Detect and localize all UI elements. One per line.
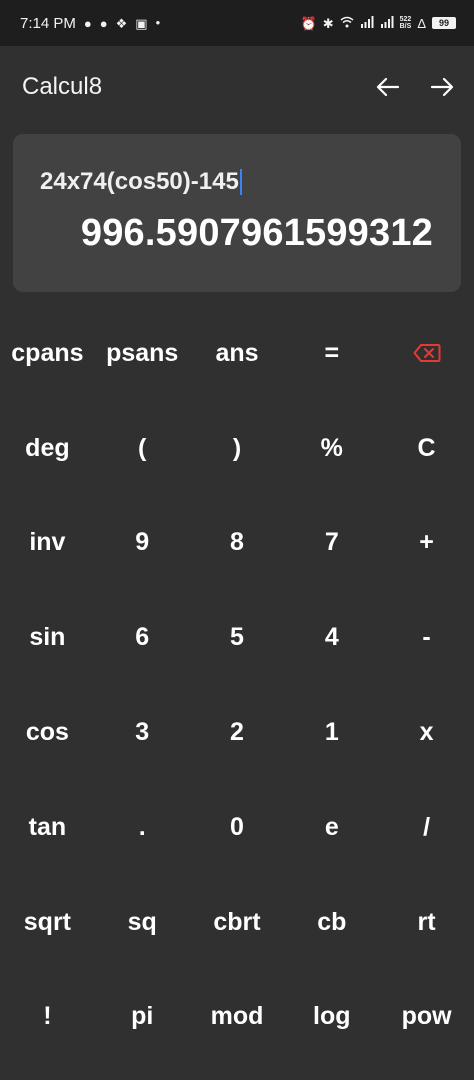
key-divide[interactable]: / <box>379 780 474 875</box>
status-bar-right: ⏰ ✱ 522 B/S Δ 99 <box>301 16 456 30</box>
display-card: 24x74(cos50)-145 996.5907961599312 <box>13 134 461 292</box>
status-bar: 7:14 PM ● ● ❖ ▣ ● ⏰ ✱ 522 B/S Δ 99 <box>0 0 474 46</box>
key-mod[interactable]: mod <box>190 970 285 1065</box>
keypad-row: inv 9 8 7 + <box>0 496 474 591</box>
keypad-row: cos 3 2 1 x <box>0 685 474 780</box>
nav-buttons <box>376 77 454 97</box>
key-pi[interactable]: pi <box>95 970 190 1065</box>
key-7[interactable]: 7 <box>284 496 379 591</box>
forward-button[interactable] <box>430 77 454 97</box>
signal-icon <box>360 16 374 30</box>
key-factorial[interactable]: ! <box>0 970 95 1065</box>
keypad-row: ! pi mod log pow <box>0 970 474 1065</box>
wifi-icon <box>340 16 354 30</box>
key-deg[interactable]: deg <box>0 401 95 496</box>
app-bar: Calcul8 <box>0 46 474 128</box>
signal-icon <box>380 16 394 30</box>
status-bar-left: 7:14 PM ● ● ❖ ▣ ● <box>20 15 160 32</box>
arrow-left-icon <box>376 77 400 97</box>
backspace-icon <box>413 344 441 363</box>
app-title: Calcul8 <box>22 73 103 100</box>
keypad-row: sqrt sq cbrt cb rt <box>0 875 474 970</box>
key-5[interactable]: 5 <box>190 590 285 685</box>
key-cos[interactable]: cos <box>0 685 95 780</box>
key-multiply[interactable]: x <box>379 685 474 780</box>
key-2[interactable]: 2 <box>190 685 285 780</box>
network-speed-unit: B/S <box>399 23 412 30</box>
key-clear[interactable]: C <box>379 401 474 496</box>
text-cursor <box>239 169 242 195</box>
key-minus[interactable]: - <box>379 590 474 685</box>
key-plus[interactable]: + <box>379 496 474 591</box>
key-9[interactable]: 9 <box>95 496 190 591</box>
keypad-row: tan . 0 e / <box>0 780 474 875</box>
key-sqrt[interactable]: sqrt <box>0 875 95 970</box>
outlook-icon: ▣ <box>135 15 148 31</box>
key-4[interactable]: 4 <box>284 590 379 685</box>
back-button[interactable] <box>376 77 400 97</box>
key-rt[interactable]: rt <box>379 875 474 970</box>
key-pow[interactable]: pow <box>379 970 474 1065</box>
key-percent[interactable]: % <box>284 401 379 496</box>
alarm-icon: ⏰ <box>300 15 317 31</box>
key-log[interactable]: log <box>284 970 379 1065</box>
key-decimal[interactable]: . <box>95 780 190 875</box>
key-tan[interactable]: tan <box>0 780 95 875</box>
backspace-button[interactable] <box>379 306 474 401</box>
key-close-paren[interactable]: ) <box>190 401 285 496</box>
key-cpans[interactable]: cpans <box>0 306 95 401</box>
key-sq[interactable]: sq <box>95 875 190 970</box>
key-0[interactable]: 0 <box>190 780 285 875</box>
network-speed-value: 522 <box>399 16 412 23</box>
expression-input[interactable]: 24x74(cos50)-145 <box>40 168 242 196</box>
arrow-right-icon <box>430 77 454 97</box>
snapchat-icon: ● <box>99 15 108 31</box>
bluetooth-icon: ✱ <box>322 15 334 31</box>
key-ans[interactable]: ans <box>190 306 285 401</box>
key-inv[interactable]: inv <box>0 496 95 591</box>
keypad-row: cpans psans ans = <box>0 306 474 401</box>
network-speed: 522 B/S <box>400 16 412 30</box>
keypad: cpans psans ans = deg ( ) % C inv 9 8 7 … <box>0 306 474 1064</box>
keypad-row: sin 6 5 4 - <box>0 590 474 685</box>
key-open-paren[interactable]: ( <box>95 401 190 496</box>
key-sin[interactable]: sin <box>0 590 95 685</box>
key-6[interactable]: 6 <box>95 590 190 685</box>
key-1[interactable]: 1 <box>284 685 379 780</box>
key-psans[interactable]: psans <box>95 306 190 401</box>
result-display: 996.5907961599312 <box>80 212 433 254</box>
snapchat-icon: ● <box>83 15 92 31</box>
key-3[interactable]: 3 <box>95 685 190 780</box>
battery-icon: 99 <box>432 17 456 29</box>
key-equals[interactable]: = <box>284 306 379 401</box>
status-time: 7:14 PM <box>20 14 76 32</box>
key-cbrt[interactable]: cbrt <box>190 875 285 970</box>
lab-flask-icon: Δ <box>417 15 426 31</box>
expression-text: 24x74(cos50)-145 <box>40 168 239 195</box>
battery-level: 99 <box>438 18 449 28</box>
more-notifications-icon: ● <box>155 18 161 27</box>
key-e[interactable]: e <box>284 780 379 875</box>
keypad-row: deg ( ) % C <box>0 401 474 496</box>
slack-icon: ❖ <box>115 15 128 31</box>
key-8[interactable]: 8 <box>190 496 285 591</box>
key-cb[interactable]: cb <box>284 875 379 970</box>
